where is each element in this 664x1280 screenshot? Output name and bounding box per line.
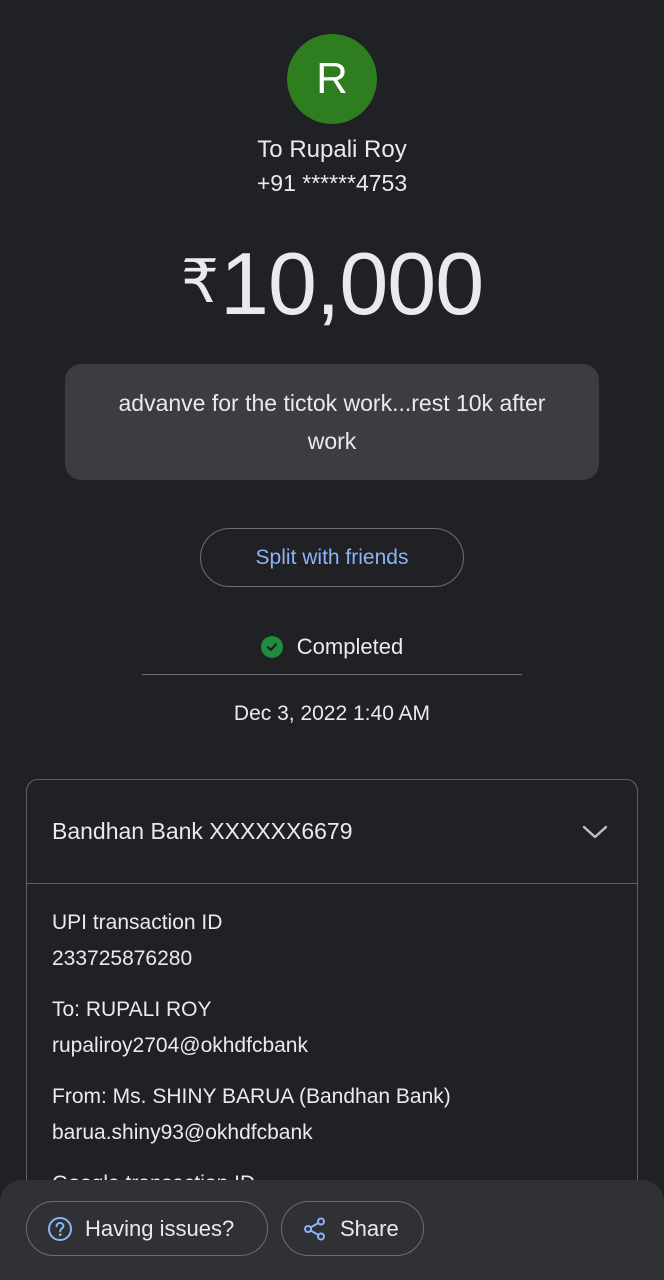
payment-amount: ₹10,000: [0, 232, 664, 334]
share-button[interactable]: Share: [281, 1201, 424, 1256]
field-value: 233725876280: [52, 947, 193, 970]
having-issues-label: Having issues?: [85, 1215, 235, 1241]
status-row: Completed: [0, 634, 664, 660]
chevron-down-icon[interactable]: [581, 823, 609, 841]
payment-details-screen: R To Rupali Roy +91 ******4753 ₹10,000 a…: [0, 0, 664, 1280]
recipient-phone: +91 ******4753: [256, 170, 408, 196]
transaction-datetime: Dec 3, 2022 1:40 AM: [233, 702, 431, 725]
status-label: Completed: [296, 634, 404, 659]
field-upi-id: UPI transaction ID 233725876280: [52, 910, 612, 972]
bank-account-label: Bandhan Bank XXXXXX6679: [52, 818, 353, 844]
share-label: Share: [340, 1215, 399, 1241]
field-to: To: RUPALI ROY rupaliroy2704@okhdfcbank: [52, 997, 612, 1059]
help-circle-icon: [47, 1216, 73, 1242]
payment-note: advanve for the tictok work...rest 10k a…: [65, 364, 599, 480]
field-label: To: RUPALI ROY: [52, 998, 212, 1021]
transaction-fields: UPI transaction ID 233725876280 To: RUPA…: [27, 884, 637, 1197]
field-label: UPI transaction ID: [52, 911, 223, 934]
field-value: rupaliroy2704@okhdfcbank: [52, 1034, 308, 1057]
field-label: From: Ms. SHINY BARUA (Bandhan Bank): [52, 1085, 451, 1108]
field-value: barua.shiny93@okhdfcbank: [52, 1121, 313, 1144]
currency-symbol: ₹: [180, 248, 219, 315]
bank-account-header[interactable]: Bandhan Bank XXXXXX6679: [27, 780, 637, 884]
check-circle-icon: [260, 636, 283, 658]
recipient-name: To Rupali Roy: [257, 136, 407, 163]
field-from: From: Ms. SHINY BARUA (Bandhan Bank) bar…: [52, 1084, 612, 1146]
payment-note-text: advanve for the tictok work...rest 10k a…: [118, 390, 546, 454]
amount-value: 10,000: [220, 234, 484, 333]
avatar: R: [287, 34, 377, 124]
share-icon: [302, 1216, 328, 1242]
split-with-friends-button[interactable]: Split with friends: [200, 528, 464, 587]
status-divider: [142, 674, 522, 675]
avatar-initial: R: [316, 54, 348, 103]
bottom-action-bar: Having issues? Share: [0, 1180, 664, 1280]
having-issues-button[interactable]: Having issues?: [26, 1201, 268, 1256]
